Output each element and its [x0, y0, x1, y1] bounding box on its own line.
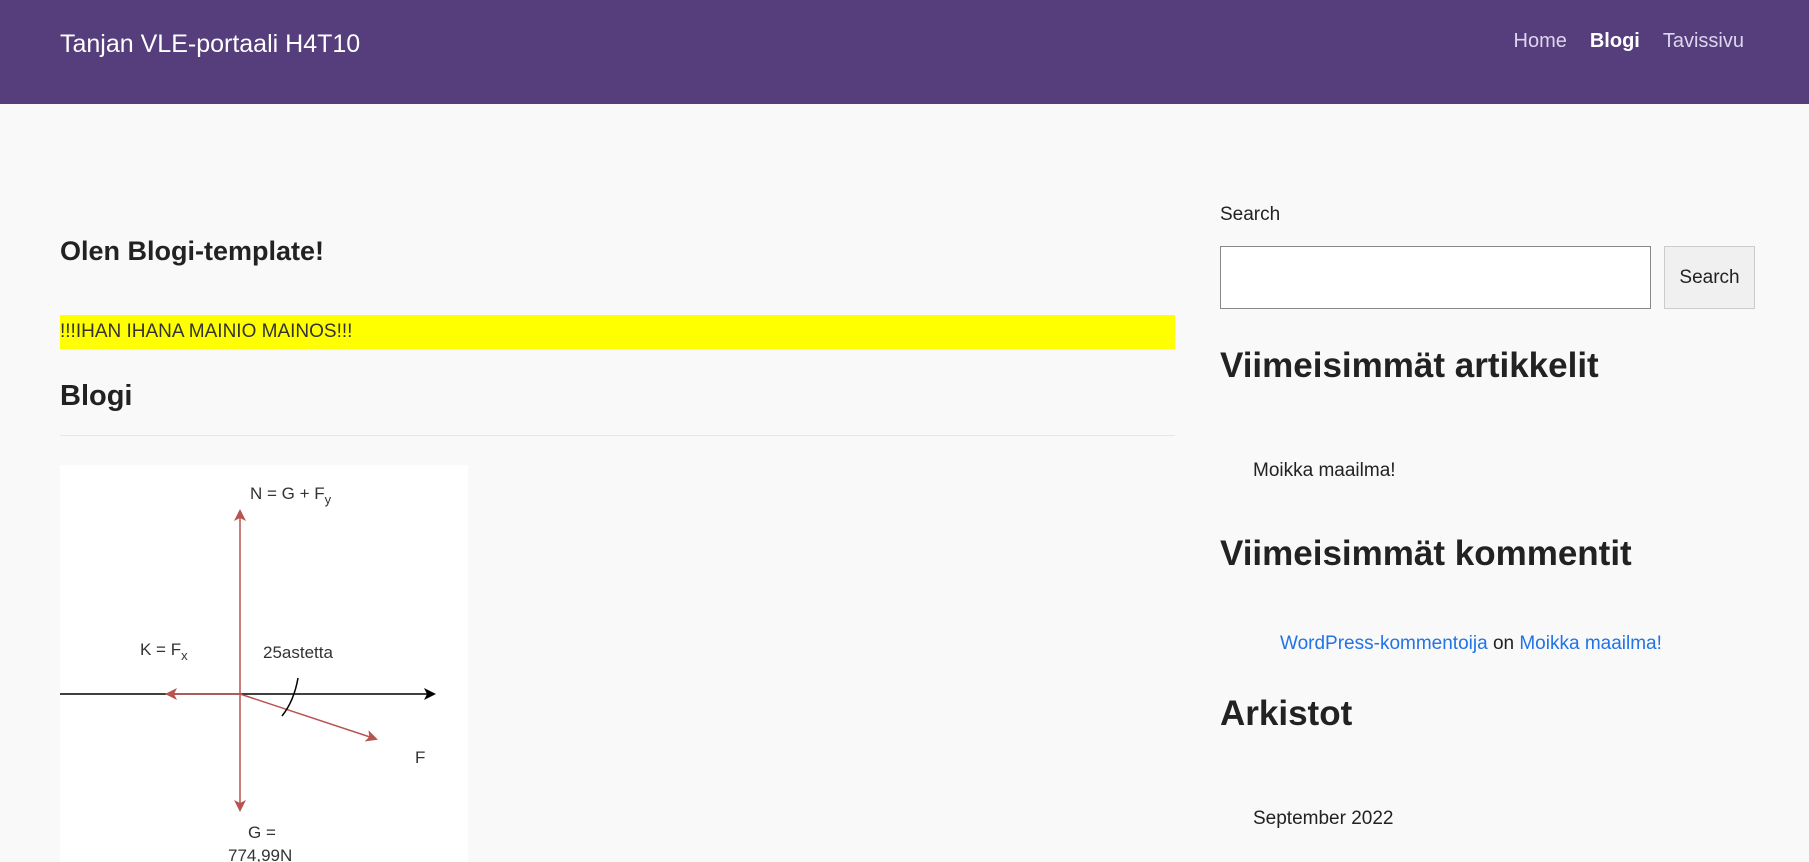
nav-home[interactable]: Home — [1514, 30, 1567, 53]
search-input[interactable] — [1220, 246, 1651, 309]
main-nav: Home Blogi Tavissivu — [1514, 30, 1745, 53]
site-header: Tanjan VLE-portaali H4T10 Home Blogi Tav… — [0, 0, 1809, 104]
recent-post-link[interactable]: Moikka maailma! — [1253, 460, 1396, 481]
normal-force-label: N = G + Fy — [250, 484, 332, 507]
recent-comments-title: Viimeisimmät kommentit — [1220, 534, 1632, 573]
force-diagram-image: N = G + Fy K = Fx 25astetta F G = 774,99… — [60, 465, 468, 862]
gravity-label-line1: G = — [248, 823, 276, 842]
page-heading: Olen Blogi-template! — [60, 236, 325, 266]
applied-force-arrow — [239, 693, 378, 742]
blog-section-title: Blogi — [60, 380, 133, 412]
comment-post-link[interactable]: Moikka maailma! — [1519, 633, 1662, 654]
comment-on-text: on — [1492, 633, 1515, 654]
applied-force-label: F — [415, 748, 425, 767]
archives-title: Arkistot — [1220, 694, 1353, 733]
recent-post-item[interactable]: Moikka maailma! — [1253, 460, 1396, 482]
angle-label: 25astetta — [263, 643, 333, 662]
site-title[interactable]: Tanjan VLE-portaali H4T10 — [60, 30, 360, 59]
archive-link[interactable]: September 2022 — [1253, 808, 1394, 829]
section-divider — [60, 435, 1175, 436]
nav-blogi[interactable]: Blogi — [1590, 30, 1640, 53]
friction-force-label: K = Fx — [140, 640, 188, 663]
comment-author-link[interactable]: WordPress-kommentoija — [1280, 633, 1488, 654]
gravity-label-line2: 774,99N — [228, 846, 292, 862]
force-diagram-svg: N = G + Fy K = Fx 25astetta F G = 774,99… — [60, 484, 436, 862]
archive-item[interactable]: September 2022 — [1253, 808, 1394, 830]
nav-tavissivu[interactable]: Tavissivu — [1663, 30, 1744, 53]
search-label: Search — [1220, 204, 1281, 225]
search-button[interactable]: Search — [1664, 246, 1755, 309]
ad-banner: !!!IHAN IHANA MAINIO MAINOS!!! — [60, 315, 1175, 349]
recent-comment-item: WordPress-kommentoija on Moikka maailma! — [1280, 633, 1662, 655]
recent-posts-title: Viimeisimmät artikkelit — [1220, 346, 1599, 385]
